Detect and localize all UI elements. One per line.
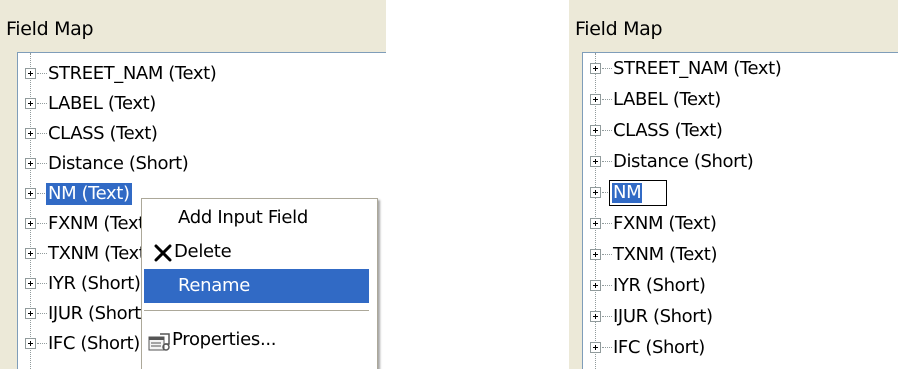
tree-item-label[interactable]: LABEL (Text) (611, 89, 723, 111)
expand-icon[interactable] (590, 311, 601, 322)
expand-icon[interactable] (590, 63, 601, 74)
tree-item[interactable]: CLASS (Text) (18, 120, 386, 150)
menu-item-label: Delete (174, 241, 232, 262)
panel-title: Field Map (6, 18, 94, 40)
expand-icon[interactable] (590, 125, 601, 136)
tree-item[interactable]: Distance (Short) (18, 150, 386, 180)
tree-item-label[interactable]: STREET_NAM (Text) (611, 58, 783, 80)
expand-icon[interactable] (25, 188, 36, 199)
tree-item[interactable]: LABEL (Text) (583, 86, 898, 116)
tree-item-editing[interactable]: NM (583, 179, 898, 209)
expand-icon[interactable] (590, 280, 601, 291)
menu-item-rename[interactable]: Rename (144, 269, 369, 303)
tree-item-label[interactable]: FXNM (Text) (611, 213, 718, 235)
expand-icon[interactable] (25, 338, 36, 349)
tree-item-label[interactable]: STREET_NAM (Text) (46, 63, 218, 85)
expand-icon[interactable] (590, 156, 601, 167)
rename-edit-field[interactable]: NM (609, 180, 667, 206)
menu-item-add-input-field[interactable]: Add Input Field (144, 201, 369, 235)
tree-item-label[interactable]: TXNM (Text) (611, 244, 719, 266)
tree-item[interactable]: STREET_NAM (Text) (18, 60, 386, 90)
tree-item-label[interactable]: CLASS (Text) (611, 120, 725, 142)
expand-icon[interactable] (25, 218, 36, 229)
right-field-map-panel: Field Map STREET_NAM (Text) LABEL (Text)… (569, 0, 898, 369)
expand-icon[interactable] (590, 249, 601, 260)
tree-item-label[interactable]: NM (Text) (46, 183, 132, 205)
tree-item-label[interactable]: Distance (Short) (611, 151, 755, 173)
expand-icon[interactable] (25, 278, 36, 289)
tree-item-label[interactable]: IJUR (Short) (46, 303, 150, 325)
menu-item-properties[interactable]: Properties... (144, 323, 369, 357)
tree-item[interactable]: FXNM (Text) (583, 210, 898, 240)
menu-item-label: Properties... (172, 329, 277, 350)
menu-separator (144, 310, 369, 311)
tree-item-label[interactable]: TXNM (Text) (46, 243, 154, 265)
tree-item[interactable]: LABEL (Text) (18, 90, 386, 120)
tree-item-label[interactable]: FXNM (Text) (46, 213, 153, 235)
expand-icon[interactable] (590, 94, 601, 105)
expand-icon[interactable] (25, 158, 36, 169)
tree-item[interactable]: IYR (Short) (583, 272, 898, 302)
tree-item[interactable]: STREET_NAM (Text) (583, 55, 898, 85)
expand-icon[interactable] (25, 248, 36, 259)
menu-item-delete[interactable]: Delete (144, 235, 369, 269)
tree-item-label[interactable]: IJUR (Short) (611, 306, 715, 328)
context-menu: Add Input Field Delete Rename Properties… (141, 198, 378, 369)
menu-item-label: Add Input Field (178, 207, 308, 228)
tree-item-label[interactable]: IYR (Short) (611, 275, 707, 297)
left-field-map-panel: Field Map STREET_NAM (Text) LABEL (Text)… (0, 0, 386, 369)
tree-item-label[interactable]: IFC (Short) (46, 333, 142, 355)
expand-icon[interactable] (25, 68, 36, 79)
expand-icon[interactable] (590, 187, 601, 198)
expand-icon[interactable] (590, 342, 601, 353)
panel-title: Field Map (575, 18, 663, 40)
tree-item[interactable]: CLASS (Text) (583, 117, 898, 147)
tree-item[interactable]: IFC (Short) (583, 334, 898, 364)
expand-icon[interactable] (25, 98, 36, 109)
expand-icon[interactable] (25, 128, 36, 139)
tree-item[interactable]: TXNM (Text) (583, 241, 898, 271)
delete-x-icon (154, 244, 172, 262)
field-map-tree[interactable]: STREET_NAM (Text) LABEL (Text) CLASS (Te… (582, 52, 898, 369)
tree-item-label[interactable]: CLASS (Text) (46, 123, 160, 145)
expand-icon[interactable] (25, 308, 36, 319)
tree-item-label[interactable]: LABEL (Text) (46, 93, 158, 115)
tree-item-label[interactable]: Distance (Short) (46, 153, 190, 175)
tree-item-label[interactable]: IYR (Short) (46, 273, 142, 295)
tree-item-label[interactable]: IFC (Short) (611, 337, 707, 359)
expand-icon[interactable] (590, 218, 601, 229)
menu-item-label: Rename (178, 275, 251, 296)
tree-item[interactable]: Distance (Short) (583, 148, 898, 178)
tree-item[interactable]: IJUR (Short) (583, 303, 898, 333)
rename-edit-text[interactable]: NM (612, 183, 643, 203)
properties-icon (148, 333, 170, 351)
